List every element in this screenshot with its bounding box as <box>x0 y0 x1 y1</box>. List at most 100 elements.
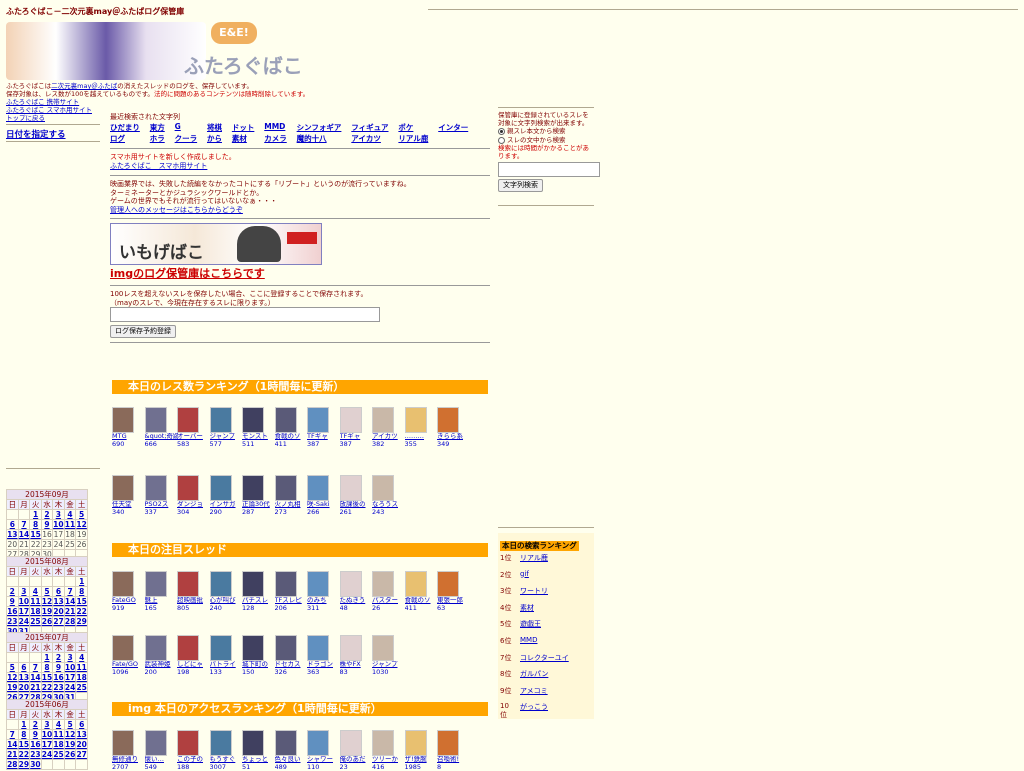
radio-search-parent[interactable]: 親スレ本文から検索 <box>498 127 594 136</box>
recent-keyword-link[interactable]: シンフォギア <box>297 122 346 133</box>
calendar-day[interactable]: 28 <box>7 760 19 770</box>
calendar-day[interactable]: 8 <box>76 587 88 597</box>
recent-keyword-link[interactable]: 魔的十八 <box>297 133 346 144</box>
calendar-day[interactable]: 9 <box>41 520 52 530</box>
calendar-day[interactable]: 10 <box>18 597 30 607</box>
thread-thumb[interactable]: 株やFX83 <box>340 635 372 676</box>
calendar-day[interactable]: 17 <box>18 607 30 617</box>
calendar-day[interactable]: 21 <box>7 750 19 760</box>
thread-thumb-image[interactable] <box>177 475 199 501</box>
thread-thumb-title[interactable]: PSO2ス <box>145 501 178 509</box>
calendar-day[interactable]: 27 <box>76 750 88 760</box>
calendar-day[interactable]: 13 <box>18 673 30 683</box>
calendar-day[interactable]: 15 <box>30 530 42 540</box>
thread-thumb-image[interactable] <box>340 407 362 433</box>
calendar-day[interactable]: 9 <box>53 663 65 673</box>
thread-thumb[interactable]: 火ノ丸相273 <box>275 475 307 516</box>
calendar-day[interactable]: 24 <box>64 683 76 693</box>
thread-thumb-title[interactable]: のみち <box>307 597 340 605</box>
thread-thumb-image[interactable] <box>307 730 329 756</box>
thread-thumb[interactable]: ドラゴン363 <box>307 635 339 676</box>
calendar-day[interactable]: 7 <box>30 663 42 673</box>
calendar-day[interactable]: 3 <box>41 720 53 730</box>
smartphone-site-link[interactable]: ふたろぐばこ スマホ用サイト <box>6 106 92 114</box>
thread-thumb-title[interactable]: 食戟のソ <box>405 597 438 605</box>
thread-thumb-image[interactable] <box>307 407 329 433</box>
thread-thumb-image[interactable] <box>372 635 394 661</box>
thread-thumb-title[interactable]: ダンジョ <box>177 501 210 509</box>
thread-thumb-title[interactable]: もうすぐ <box>210 756 243 764</box>
thread-thumb[interactable]: ドセカス326 <box>275 635 307 676</box>
thread-thumb-image[interactable] <box>210 407 232 433</box>
thread-thumb[interactable]: &quot;奇跡の666 <box>145 407 177 448</box>
recent-keyword-link[interactable]: 東方 <box>150 122 169 133</box>
thread-thumb-image[interactable] <box>405 407 427 433</box>
calendar-day[interactable]: 18 <box>76 673 88 683</box>
thread-thumb[interactable]: ちょっと51 <box>242 730 274 771</box>
calendar-day[interactable]: 17 <box>64 673 76 683</box>
keyword-search-button[interactable]: 文字列検索 <box>498 179 543 192</box>
thread-thumb[interactable]: パトライ133 <box>210 635 242 676</box>
thread-thumb-title[interactable]: ちょっと <box>242 756 275 764</box>
thread-thumb[interactable]: TFギャ387 <box>340 407 372 448</box>
calendar-day[interactable]: 15 <box>76 597 88 607</box>
calendar-day[interactable]: 23 <box>53 683 65 693</box>
calendar-day[interactable]: 21 <box>30 683 42 693</box>
calendar-day[interactable]: 13 <box>53 597 65 607</box>
date-select-link[interactable]: 日付を指定する <box>6 128 66 140</box>
thread-thumb-image[interactable] <box>307 635 329 661</box>
recent-keyword-link[interactable]: カメラ <box>264 133 290 144</box>
calendar-day[interactable]: 24 <box>41 750 53 760</box>
thread-thumb-image[interactable] <box>340 635 362 661</box>
recent-keyword-link[interactable]: ホラ <box>150 133 169 144</box>
thread-thumb[interactable]: ツリーか416 <box>372 730 404 771</box>
thread-thumb-title[interactable]: ドセカス <box>275 661 308 669</box>
calendar-day[interactable]: 14 <box>7 740 19 750</box>
thread-thumb-image[interactable] <box>242 571 264 597</box>
search-rank-keyword[interactable]: 遊戯王 <box>520 619 541 629</box>
thread-thumb-image[interactable] <box>145 475 167 501</box>
recent-keyword-link[interactable]: ポケ <box>398 122 432 133</box>
calendar-day[interactable]: 12 <box>64 730 76 740</box>
thread-thumb[interactable]: のみち311 <box>307 571 339 612</box>
calendar-day[interactable]: 11 <box>53 730 65 740</box>
thread-thumb-title[interactable]: アイカツ <box>372 433 405 441</box>
calendar-day[interactable]: 3 <box>53 510 65 520</box>
calendar-day[interactable]: 19 <box>41 607 53 617</box>
calendar-day[interactable]: 27 <box>53 617 65 627</box>
calendar-day[interactable]: 7 <box>64 587 76 597</box>
smartphone-notice-link[interactable]: ふたろぐばこ スマホ用サイト <box>110 162 207 170</box>
thread-thumb[interactable]: たぬきう48 <box>340 571 372 612</box>
calendar-day[interactable]: 29 <box>18 760 30 770</box>
recent-keyword-link[interactable]: アイカツ <box>351 133 392 144</box>
reserve-button[interactable]: ログ保存予約登録 <box>110 325 176 338</box>
thread-thumb-title[interactable]: 東張一郎 <box>437 597 470 605</box>
search-rank-keyword[interactable]: リアル鹿 <box>520 553 548 563</box>
recent-keyword-link[interactable]: インター <box>438 122 472 133</box>
imoge-banner[interactable]: いもげばこ <box>110 223 322 265</box>
thread-thumb-title[interactable]: 無修通り <box>112 756 145 764</box>
thread-thumb-title[interactable]: たぬきう <box>340 597 373 605</box>
calendar-day[interactable]: 2 <box>41 510 52 520</box>
thread-thumb-title[interactable]: 召喚術! <box>437 756 470 764</box>
recent-keyword-link[interactable]: クーラ <box>175 133 201 144</box>
mobile-site-link[interactable]: ふたろぐばこ 携帯サイト <box>6 98 79 106</box>
thread-thumb-title[interactable]: しどにゃ <box>177 661 210 669</box>
thread-thumb[interactable]: もうすぐ3007 <box>210 730 242 771</box>
calendar-day[interactable]: 11 <box>30 597 42 607</box>
thread-thumb-image[interactable] <box>112 475 134 501</box>
calendar-day[interactable]: 25 <box>53 750 65 760</box>
thread-thumb-image[interactable] <box>112 407 134 433</box>
calendar-day[interactable]: 1 <box>76 577 88 587</box>
calendar-day[interactable]: 18 <box>30 607 42 617</box>
thread-thumb-image[interactable] <box>145 635 167 661</box>
calendar-day[interactable]: 12 <box>7 673 19 683</box>
recent-keyword-link[interactable]: MMD <box>264 122 290 133</box>
thread-thumb[interactable]: ジャンプ577 <box>210 407 242 448</box>
thread-thumb[interactable]: 武装神姫200 <box>145 635 177 676</box>
thread-thumb[interactable]: 放課後の261 <box>340 475 372 516</box>
thread-thumb-title[interactable]: 咲-Saki <box>307 501 340 509</box>
calendar-day[interactable]: 29 <box>76 617 88 627</box>
search-rank-keyword[interactable]: 素材 <box>520 603 534 613</box>
thread-thumb[interactable]: オーバー583 <box>177 407 209 448</box>
